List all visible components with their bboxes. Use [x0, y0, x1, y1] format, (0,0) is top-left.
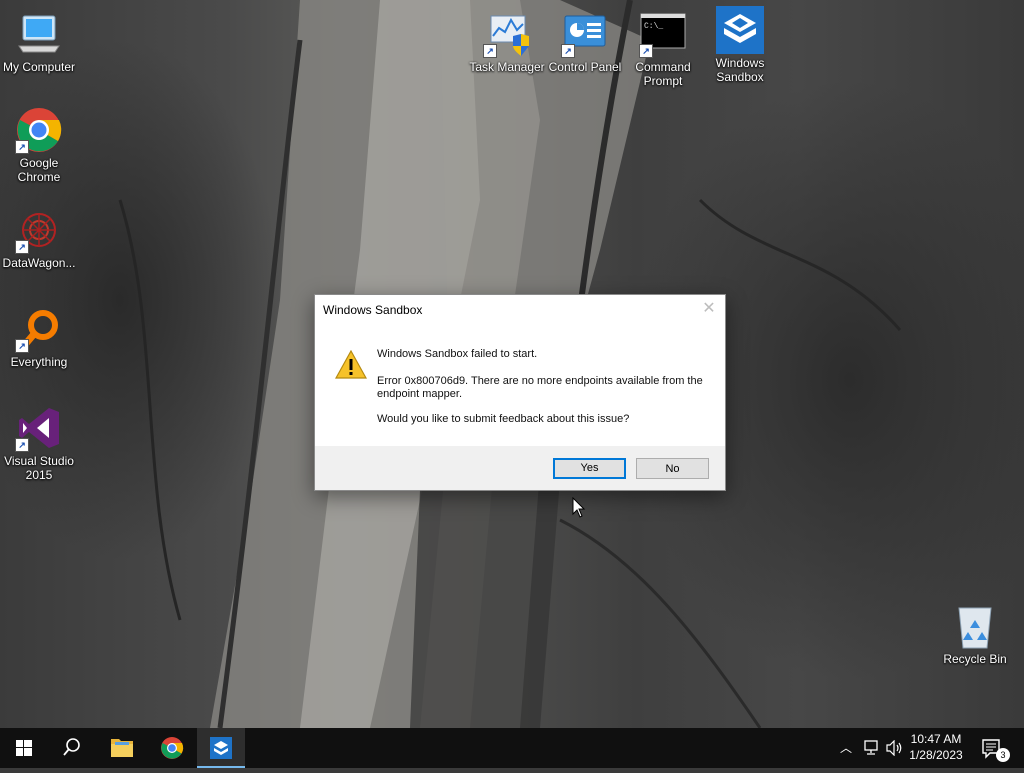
- shortcut-arrow-icon: ↗: [639, 44, 653, 58]
- desktop-icon-label: Windows Sandbox: [715, 56, 765, 84]
- network-icon[interactable]: [862, 740, 880, 756]
- yes-button[interactable]: Yes: [553, 458, 626, 479]
- desktop-icon-label: Recycle Bin: [943, 652, 1007, 666]
- command-prompt-desktop-icon[interactable]: C:\_ ↗ Command Prompt: [624, 10, 702, 88]
- task-manager-desktop-icon[interactable]: ↗ Task Manager: [468, 10, 546, 74]
- desktop-icon-label: Google Chrome: [17, 156, 61, 184]
- taskbar: ︿ 10:47 AM 1/28/2023 3: [0, 728, 1024, 768]
- clock-date: 1/28/2023: [909, 748, 963, 762]
- chrome-icon: [161, 737, 184, 759]
- command-prompt-icon: C:\_ ↗: [639, 10, 687, 58]
- close-icon[interactable]: ✕: [699, 299, 719, 319]
- windows-sandbox-desktop-icon[interactable]: Windows Sandbox: [701, 6, 779, 84]
- desktop-icon-label: Command Prompt: [635, 60, 691, 88]
- taskbar-windows-sandbox[interactable]: [197, 728, 245, 768]
- folder-icon: [111, 739, 133, 757]
- desktop-icon-label: DataWagon...: [2, 256, 76, 270]
- windows-sandbox-error-dialog: Windows Sandbox ✕ Windows Sandbox failed…: [314, 294, 726, 491]
- search-button[interactable]: [48, 728, 96, 768]
- datawagon-desktop-icon[interactable]: ↗ DataWagon...: [0, 206, 78, 270]
- windows-sandbox-icon: [210, 737, 232, 759]
- datawagon-icon: ↗: [15, 206, 63, 254]
- visual-studio-icon: ↗: [15, 404, 63, 452]
- svg-text:C:\_: C:\_: [644, 22, 663, 31]
- computer-icon: [15, 10, 63, 58]
- windows-sandbox-icon: [716, 6, 764, 54]
- notification-count-badge: 3: [996, 748, 1010, 762]
- dialog-message: Windows Sandbox failed to start. Error 0…: [377, 348, 707, 438]
- visual-studio-desktop-icon[interactable]: ↗ Visual Studio 2015: [0, 404, 78, 482]
- desktop-icon-label: Everything: [10, 355, 68, 369]
- recycle-bin-desktop-icon[interactable]: Recycle Bin: [936, 602, 1014, 666]
- no-button[interactable]: No: [636, 458, 709, 479]
- warning-icon: [334, 349, 368, 380]
- dialog-message-main: Windows Sandbox failed to start.: [377, 348, 538, 360]
- desktop-icon-label: Control Panel: [548, 60, 622, 74]
- task-manager-icon: ↗: [483, 10, 531, 58]
- shortcut-arrow-icon: ↗: [15, 438, 29, 452]
- shortcut-arrow-icon: ↗: [15, 140, 29, 154]
- control-panel-icon: ↗: [561, 10, 609, 58]
- search-icon: [63, 738, 80, 756]
- shortcut-arrow-icon: ↗: [561, 44, 575, 58]
- recycle-bin-icon: [951, 602, 999, 650]
- taskbar-clock[interactable]: 10:47 AM 1/28/2023: [906, 731, 966, 763]
- desktop-icon-label: My Computer: [2, 60, 76, 74]
- dialog-body: Windows Sandbox failed to start. Error 0…: [315, 325, 725, 445]
- shortcut-arrow-icon: ↗: [483, 44, 497, 58]
- clock-time: 10:47 AM: [910, 732, 962, 746]
- desktop-icon-label: Task Manager: [469, 60, 545, 74]
- chrome-icon: ↗: [15, 106, 63, 154]
- system-tray: ︿: [836, 728, 916, 768]
- everything-desktop-icon[interactable]: ↗ Everything: [0, 305, 78, 369]
- google-chrome-desktop-icon[interactable]: ↗ Google Chrome: [0, 106, 78, 184]
- taskbar-google-chrome[interactable]: [148, 728, 196, 768]
- windows-logo-icon: [16, 740, 32, 756]
- control-panel-desktop-icon[interactable]: ↗ Control Panel: [546, 10, 624, 74]
- dialog-title: Windows Sandbox: [323, 303, 423, 317]
- volume-icon[interactable]: [886, 740, 904, 756]
- taskbar-file-explorer[interactable]: [98, 728, 146, 768]
- shortcut-arrow-icon: ↗: [15, 240, 29, 254]
- start-button[interactable]: [0, 728, 48, 768]
- shortcut-arrow-icon: ↗: [15, 339, 29, 353]
- desktop-icon-label: Visual Studio 2015: [4, 454, 74, 482]
- action-center-button[interactable]: 3: [976, 728, 1024, 768]
- my-computer-desktop-icon[interactable]: My Computer: [0, 10, 78, 74]
- dialog-message-error: Error 0x800706d9. There are no more endp…: [377, 375, 703, 400]
- everything-search-icon: ↗: [15, 305, 63, 353]
- show-hidden-icons-chevron-icon[interactable]: ︿: [840, 739, 852, 756]
- mouse-cursor-icon: [572, 496, 586, 524]
- dialog-message-question: Would you like to submit feedback about …: [377, 413, 630, 425]
- dialog-titlebar[interactable]: Windows Sandbox ✕: [315, 295, 725, 325]
- dialog-button-bar: Yes No: [315, 446, 725, 490]
